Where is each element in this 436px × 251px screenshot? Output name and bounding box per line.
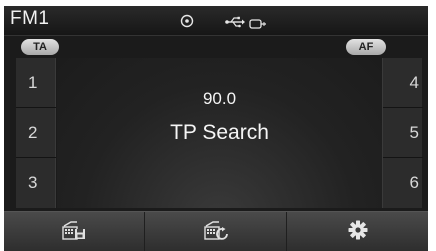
ta-button[interactable]: TA <box>21 39 59 55</box>
preset-3-button[interactable]: 3 <box>16 158 56 208</box>
rds-text: TP Search <box>170 121 269 144</box>
af-button[interactable]: AF <box>346 39 386 55</box>
preset-6-button[interactable]: 6 <box>383 158 423 208</box>
settings-button[interactable] <box>287 212 428 251</box>
aux-icon <box>249 16 267 34</box>
band-label: FM1 <box>10 8 50 29</box>
status-bar: FM1 <box>4 6 428 36</box>
radio-screen: FM1 TA AF 1 2 3 90.0 TP Search 4 5 6 <box>4 6 428 251</box>
bottom-toolbar <box>4 211 428 251</box>
preset-4-button[interactable]: 4 <box>383 58 423 108</box>
right-preset-column: 4 5 6 <box>382 58 423 208</box>
left-preset-column: 1 2 3 <box>16 58 56 208</box>
scan-button[interactable] <box>145 212 287 251</box>
frequency-readout: 90.0 <box>202 89 237 108</box>
preset-5-button[interactable]: 5 <box>383 108 423 158</box>
scan-icon <box>203 219 229 246</box>
preset-2-button[interactable]: 2 <box>16 108 56 158</box>
preset-1-button[interactable]: 1 <box>16 58 56 108</box>
station-display: 90.0 TP Search <box>57 58 382 208</box>
gear-icon <box>348 220 368 245</box>
cd-icon <box>180 14 194 33</box>
usb-icon <box>225 15 245 33</box>
save-preset-icon <box>61 219 87 246</box>
save-preset-button[interactable] <box>4 212 145 251</box>
